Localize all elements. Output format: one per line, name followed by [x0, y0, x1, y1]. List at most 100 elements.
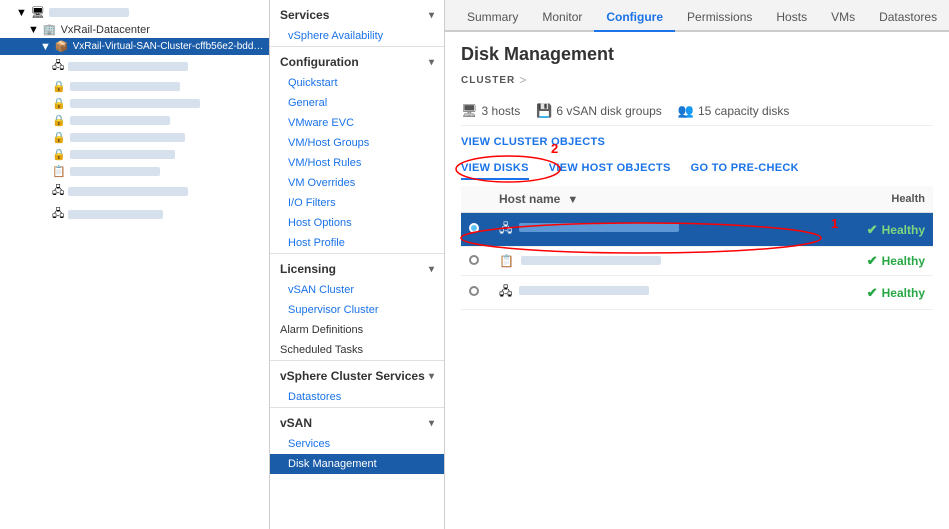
- vsan-label: vSAN: [280, 416, 312, 430]
- row3-radio[interactable]: [461, 276, 491, 310]
- nav-item-vsan-services[interactable]: Services: [270, 434, 444, 454]
- row2-host-icon: 📋: [499, 254, 514, 268]
- tab-summary[interactable]: Summary: [455, 4, 530, 32]
- stats-bar: 🖥 3 hosts 💾 6 vSAN disk groups 👥 15 capa…: [461, 97, 933, 126]
- sidebar: ▼ 🖥 ▼ 🏢 VxRail-Datacenter ▼ 📦 VxRail-Vir…: [0, 0, 270, 529]
- main-area: Summary Monitor Configure Permissions Ho…: [445, 0, 949, 529]
- configuration-chevron: ▾: [429, 57, 434, 68]
- root-label: [49, 8, 129, 17]
- table-row[interactable]: 🖧 ✔ Healthy: [461, 213, 933, 247]
- nav-section-vsan[interactable]: vSAN ▾: [270, 407, 444, 434]
- radio-unselected2: [469, 286, 479, 296]
- nav-item-vm-host-rules[interactable]: VM/Host Rules: [270, 153, 444, 173]
- annotation-2-label: 2: [551, 141, 558, 156]
- nav-section-services[interactable]: Services ▾: [270, 0, 444, 26]
- nav-item-host-profile[interactable]: Host Profile: [270, 233, 444, 253]
- nav-section-vsphere-cluster-svc[interactable]: vSphere Cluster Services ▾: [270, 360, 444, 387]
- tab-vms[interactable]: VMs: [819, 4, 867, 32]
- action-tab-go-to-precheck[interactable]: GO TO PRE-CHECK: [691, 158, 799, 180]
- row1-host-label: [519, 223, 679, 232]
- nav-item-supervisor-cluster[interactable]: Supervisor Cluster: [270, 300, 444, 320]
- th-host-name: Host name ▼: [491, 186, 813, 213]
- host6-icon: 🔒: [52, 148, 66, 161]
- nav-item-vsan-cluster[interactable]: vSAN Cluster: [270, 280, 444, 300]
- host2-icon: 🔒: [52, 80, 66, 93]
- nav-item-vm-overrides[interactable]: VM Overrides: [270, 173, 444, 193]
- hosts-icon: 🖥: [461, 103, 478, 119]
- action-tab-view-host-objects[interactable]: VIEW HOST OBJECTS: [549, 158, 671, 180]
- stat-hosts: 🖥 3 hosts: [461, 103, 520, 119]
- sidebar-item-host4[interactable]: 🔒: [0, 112, 269, 129]
- host4-icon: 🔒: [52, 114, 66, 127]
- tab-monitor[interactable]: Monitor: [530, 4, 594, 32]
- view-cluster-objects-link[interactable]: VIEW CLUSTER OBJECTS: [461, 136, 605, 148]
- sidebar-item-root[interactable]: ▼ 🖥: [0, 4, 269, 21]
- nav-item-io-filters[interactable]: I/O Filters: [270, 193, 444, 213]
- host8-label: [68, 187, 188, 196]
- host3-label: [70, 99, 200, 108]
- tab-datastores[interactable]: Datastores: [867, 4, 949, 32]
- sidebar-item-datacenter[interactable]: ▼ 🏢 VxRail-Datacenter: [0, 21, 269, 38]
- nav-item-datastores[interactable]: Datastores: [270, 387, 444, 407]
- datacenter-label: VxRail-Datacenter: [61, 24, 150, 36]
- content-area: Disk Management CLUSTER > 🖥 3 hosts 💾 6 …: [445, 32, 949, 529]
- licensing-label: Licensing: [280, 262, 336, 276]
- row1-radio[interactable]: [461, 213, 491, 247]
- tab-configure[interactable]: Configure: [594, 4, 675, 32]
- filter-icon[interactable]: ▼: [567, 194, 578, 206]
- table-row[interactable]: 🖧 ✔ Healthy: [461, 276, 933, 310]
- host1-icon: 🖧: [52, 57, 64, 76]
- host7-label: [70, 167, 160, 176]
- table-row[interactable]: 📋 ✔ Healthy: [461, 247, 933, 276]
- nav-item-host-options[interactable]: Host Options: [270, 213, 444, 233]
- row2-health-icon: ✔: [867, 253, 878, 269]
- host4-label: [70, 116, 170, 125]
- nav-section-licensing[interactable]: Licensing ▾: [270, 253, 444, 280]
- host2-label: [70, 82, 180, 91]
- row1-health-label: Healthy: [882, 223, 925, 237]
- tab-hosts[interactable]: Hosts: [764, 4, 819, 32]
- stat-capacity-disks: 👥 15 capacity disks: [678, 103, 790, 119]
- nav-item-scheduled-tasks[interactable]: Scheduled Tasks: [270, 340, 444, 360]
- sidebar-item-host5[interactable]: 🔒: [0, 129, 269, 146]
- tab-permissions[interactable]: Permissions: [675, 4, 764, 32]
- sidebar-item-vm1[interactable]: 🖧: [0, 203, 269, 226]
- sidebar-item-host6[interactable]: 🔒: [0, 146, 269, 163]
- annotation-1-label: 1: [831, 216, 838, 231]
- nav-item-disk-management[interactable]: Disk Management: [270, 454, 444, 474]
- sidebar-item-host7[interactable]: 📋: [0, 163, 269, 180]
- radio-selected: [469, 223, 479, 233]
- row2-health-label: Healthy: [882, 254, 925, 268]
- nav-item-vsphere-avail[interactable]: vSphere Availability: [270, 26, 444, 46]
- nav-item-vmware-evc[interactable]: VMware EVC: [270, 113, 444, 133]
- th-health: Health: [813, 186, 933, 213]
- row2-host: 📋: [491, 247, 813, 276]
- sidebar-item-host2[interactable]: 🔒: [0, 78, 269, 95]
- nav-section-configuration[interactable]: Configuration ▾: [270, 46, 444, 73]
- monitor-icon: 🖥: [31, 6, 45, 19]
- nav-item-alarm-defs[interactable]: Alarm Definitions: [270, 320, 444, 340]
- capacity-disks-icon: 👥: [678, 103, 694, 119]
- vm1-icon: 🖧: [52, 205, 64, 224]
- collapse-icon: ▼: [16, 7, 27, 19]
- action-tabs: VIEW DISKS VIEW HOST OBJECTS GO TO PRE-C…: [461, 158, 933, 180]
- row2-radio[interactable]: [461, 247, 491, 276]
- row2-host-label: [521, 256, 661, 265]
- disk-table: Host name ▼ Health 🖧: [461, 186, 933, 310]
- host3-icon: 🔒: [52, 97, 66, 110]
- action-tab-view-disks[interactable]: VIEW DISKS: [461, 158, 529, 180]
- row3-health-icon: ✔: [867, 285, 878, 301]
- nav-item-quickstart[interactable]: Quickstart: [270, 73, 444, 93]
- row1-health-icon: ✔: [867, 222, 878, 238]
- sidebar-tree: ▼ 🖥 ▼ 🏢 VxRail-Datacenter ▼ 📦 VxRail-Vir…: [0, 0, 269, 230]
- nav-item-vm-host-groups[interactable]: VM/Host Groups: [270, 133, 444, 153]
- row3-host-label: [519, 286, 649, 295]
- sidebar-item-host1[interactable]: 🖧: [0, 55, 269, 78]
- row1-host: 🖧: [491, 213, 813, 247]
- services-chevron: ▾: [429, 10, 434, 21]
- sidebar-item-host8[interactable]: 🖧: [0, 180, 269, 203]
- nav-item-general[interactable]: General: [270, 93, 444, 113]
- sidebar-item-host3[interactable]: 🔒: [0, 95, 269, 112]
- vsphere-cluster-svc-chevron: ▾: [429, 371, 434, 382]
- sidebar-item-cluster[interactable]: ▼ 📦 VxRail-Virtual-SAN-Cluster-cffb56e2-…: [0, 38, 269, 55]
